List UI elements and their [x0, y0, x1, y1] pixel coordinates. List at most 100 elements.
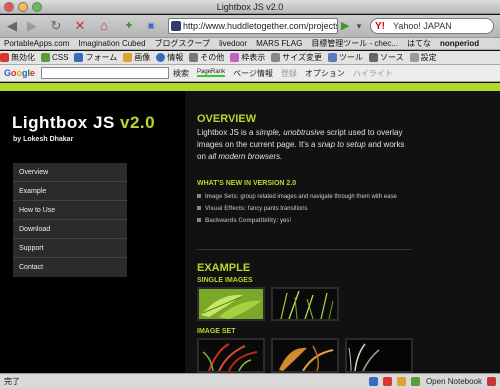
outline-icon [230, 53, 240, 62]
devbar-resize[interactable]: サイズ変更 [271, 52, 322, 63]
info-icon [156, 53, 166, 62]
bookmark-portableapps[interactable]: PortableApps.com [4, 39, 69, 48]
feature-item: Image Sets: group related images and nav… [197, 194, 427, 200]
bookmark-nonperiod[interactable]: nonperiod [440, 39, 479, 48]
options-button[interactable]: オプション [305, 68, 345, 79]
open-notebook-button[interactable]: Open Notebook [426, 377, 482, 386]
google-search-button[interactable]: 検索 [173, 68, 189, 79]
web-developer-toolbar: 無効化 CSS フォーム 画像 情報 その他 枠表示 サイズ変更 ツール ソース… [0, 51, 500, 65]
seo-icon[interactable] [368, 376, 378, 386]
devbar-info[interactable]: 情報 [156, 52, 183, 63]
yahoo-icon: Y! [375, 21, 385, 32]
bullet-icon [197, 218, 201, 223]
side-menu: Overview Example How to Use Download Sup… [13, 163, 127, 277]
browser-window: Lightbox JS v2.0 ◀ ▶ ↻ ✕ ⌂ ✚ ▣ http://ww… [0, 0, 500, 388]
bookmark-add-icon[interactable]: ✚ [120, 18, 138, 34]
bookmark-mars-flag[interactable]: MARS FLAG [256, 39, 302, 48]
google-logo[interactable]: Google [4, 68, 35, 78]
url-text: http://www.huddletogether.com/projects [183, 21, 338, 31]
overview-heading: OVERVIEW [197, 113, 257, 125]
highlight-button[interactable]: ハイライト [353, 68, 393, 79]
addon-icon[interactable] [382, 376, 392, 386]
status-end-icon[interactable] [487, 376, 496, 386]
status-text: 完了 [4, 376, 20, 386]
close-window-button[interactable] [4, 2, 14, 12]
devbar-forms[interactable]: フォーム [74, 52, 117, 63]
bookmark-goal-tool[interactable]: 目標管理ツール - chec... [311, 38, 398, 49]
minimize-window-button[interactable] [18, 2, 28, 12]
go-icon[interactable]: ▶ [341, 19, 351, 33]
resize-icon [271, 53, 281, 62]
bookmark-imagination-cubed[interactable]: Imagination Cubed [78, 39, 145, 48]
devbar-disable[interactable]: 無効化 [0, 52, 35, 63]
overview-paragraph: Lightbox JS is a simple, unobtrusive scr… [197, 128, 405, 161]
site-favicon-icon [171, 21, 181, 31]
forward-arrow-icon[interactable]: ▶ [24, 18, 40, 34]
grass-thumbnail-image [273, 289, 337, 319]
devbar-outline[interactable]: 枠表示 [230, 52, 265, 63]
bullet-icon [197, 194, 201, 199]
page-info-button[interactable]: ページ情報 [233, 68, 273, 79]
bookmark-hatena[interactable]: はてな [407, 38, 431, 49]
thumbnail-set-1[interactable] [197, 338, 265, 373]
devbar-settings[interactable]: 設定 [409, 52, 437, 63]
url-field[interactable]: http://www.huddletogether.com/projects [168, 18, 338, 34]
back-arrow-icon[interactable]: ◀ [4, 18, 20, 34]
pagerank-indicator[interactable]: PageRank [197, 69, 226, 77]
css-icon [41, 53, 50, 62]
thumbnail-set-2[interactable] [271, 338, 339, 373]
bookmark-livedoor[interactable]: livedoor [219, 39, 247, 48]
reload-icon[interactable]: ↻ [48, 18, 64, 34]
thumbnail-single-1[interactable] [197, 287, 265, 321]
section-divider [197, 249, 412, 250]
site-logo[interactable]: Lightbox JS v2.0 [12, 113, 155, 133]
devbar-images[interactable]: 画像 [123, 52, 150, 63]
orange-leaf-thumbnail-image [273, 340, 337, 371]
misc-icon [189, 53, 199, 62]
images-icon [123, 53, 133, 62]
left-column: Lightbox JS v2.0 by Lokesh Dhakar Overvi… [0, 91, 185, 373]
devbar-misc[interactable]: その他 [189, 52, 224, 63]
disable-icon [0, 53, 9, 62]
menu-item-example[interactable]: Example [13, 182, 127, 201]
menu-item-support[interactable]: Support [13, 239, 127, 258]
window-title: Lightbox JS v2.0 [216, 2, 284, 12]
settings-icon [409, 53, 419, 62]
search-engine-label: Yahoo! JAPAN [393, 21, 452, 31]
forms-icon [74, 53, 84, 62]
bookmark-blog-scoop[interactable]: ブログスクープ [155, 38, 211, 49]
devbar-css[interactable]: CSS [41, 53, 68, 62]
page-content: Lightbox JS v2.0 by Lokesh Dhakar Overvi… [0, 83, 500, 373]
whats-new-heading: WHAT'S NEW IN VERSION 2.0 [197, 180, 297, 187]
devbar-source[interactable]: ソース [368, 52, 404, 63]
menu-item-overview[interactable]: Overview [13, 163, 127, 182]
register-button[interactable]: 登録 [281, 68, 297, 79]
menu-item-download[interactable]: Download [13, 220, 127, 239]
google-search-input[interactable] [41, 67, 170, 79]
window-controls [4, 2, 42, 12]
title-bar: Lightbox JS v2.0 [0, 0, 500, 14]
tools-icon [327, 53, 337, 62]
menu-item-contact[interactable]: Contact [13, 258, 127, 277]
top-accent-bar [0, 83, 500, 91]
home-icon[interactable]: ⌂ [96, 18, 112, 34]
menu-item-how-to-use[interactable]: How to Use [13, 201, 127, 220]
thumbnail-single-2[interactable] [271, 287, 339, 321]
example-heading: EXAMPLE [197, 262, 251, 274]
extension-icon[interactable] [410, 376, 420, 386]
image-set-heading: IMAGE SET [197, 328, 236, 335]
url-dropdown-icon[interactable]: ▾ [352, 18, 366, 34]
notification-icon[interactable] [396, 376, 406, 386]
single-images-heading: SINGLE IMAGES [197, 277, 253, 284]
thumbnail-set-3[interactable] [345, 338, 413, 373]
devbar-tools[interactable]: ツール [327, 52, 363, 63]
zoom-window-button[interactable] [32, 2, 42, 12]
feature-item: Backwards Compatibility: yes! [197, 218, 427, 224]
navigation-toolbar: ◀ ▶ ↻ ✕ ⌂ ✚ ▣ http://www.huddletogether.… [0, 15, 500, 38]
stop-icon[interactable]: ✕ [72, 18, 88, 34]
source-icon [368, 53, 378, 62]
red-plant-thumbnail-image [199, 340, 263, 371]
tab-icon[interactable]: ▣ [142, 18, 160, 34]
search-field[interactable]: Y! Yahoo! JAPAN [370, 18, 494, 34]
leaf-thumbnail-image [199, 289, 263, 319]
